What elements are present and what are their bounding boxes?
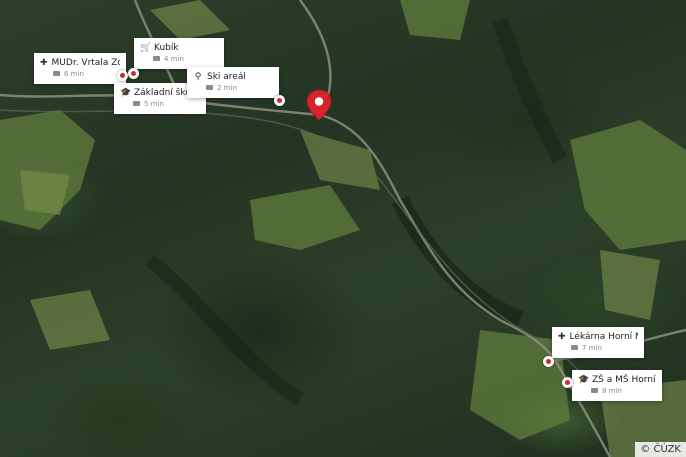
medical-cross-icon: ✚ xyxy=(558,332,566,342)
poi-travel-time: 6 min xyxy=(64,70,84,78)
car-icon xyxy=(53,70,60,76)
poi-marker-ski-areal[interactable] xyxy=(274,95,285,106)
school-cap-icon: 🎓 xyxy=(578,375,590,385)
poi-card-kubik[interactable]: 🛒 Kubík 4 min xyxy=(134,38,224,69)
school-cap-icon: 🎓 xyxy=(120,88,132,98)
poi-card-ski-areal[interactable]: ⚲ Ski areál 2 min xyxy=(187,67,279,98)
poi-name: ZŠ a MŠ Horní Ma... xyxy=(592,375,656,385)
poi-travel-time: 7 min xyxy=(582,344,602,352)
satellite-map[interactable]: ✚ MUDr. Vrtala Zde... 6 min 🛒 Kubík 4 mi… xyxy=(0,0,686,457)
poi-travel-time: 2 min xyxy=(217,84,237,92)
poi-name: Kubík xyxy=(154,43,179,53)
poi-name: Ski areál xyxy=(207,72,246,82)
poi-card-mudr-vrtala[interactable]: ✚ MUDr. Vrtala Zde... 6 min xyxy=(34,53,126,84)
poi-travel-time: 4 min xyxy=(164,55,184,63)
medical-cross-icon: ✚ xyxy=(40,58,48,68)
poi-marker-lekarna[interactable] xyxy=(543,356,554,367)
shopping-cart-icon: 🛒 xyxy=(140,43,152,53)
poi-marker-zs-ms[interactable] xyxy=(562,377,573,388)
location-pin-icon[interactable] xyxy=(306,89,332,121)
poi-marker-kubik[interactable] xyxy=(128,68,139,79)
poi-marker-mudr-vrtala[interactable] xyxy=(117,70,128,81)
poi-card-zs-ms[interactable]: 🎓 ZŠ a MŠ Horní Ma... 8 min xyxy=(572,370,662,401)
poi-name: Lékárna Horní Ma... xyxy=(569,332,638,342)
car-icon xyxy=(591,387,598,393)
poi-travel-time: 8 min xyxy=(602,387,622,395)
poi-travel-time: 5 min xyxy=(144,100,164,108)
car-icon xyxy=(153,55,160,61)
poi-name: MUDr. Vrtala Zde... xyxy=(51,58,120,68)
car-icon xyxy=(206,84,213,90)
poi-card-lekarna[interactable]: ✚ Lékárna Horní Ma... 7 min xyxy=(552,327,644,358)
location-pin-icon: ⚲ xyxy=(194,72,202,82)
car-icon xyxy=(571,344,578,350)
map-copyright: © ČÚZK xyxy=(635,442,686,457)
car-icon xyxy=(133,100,140,106)
